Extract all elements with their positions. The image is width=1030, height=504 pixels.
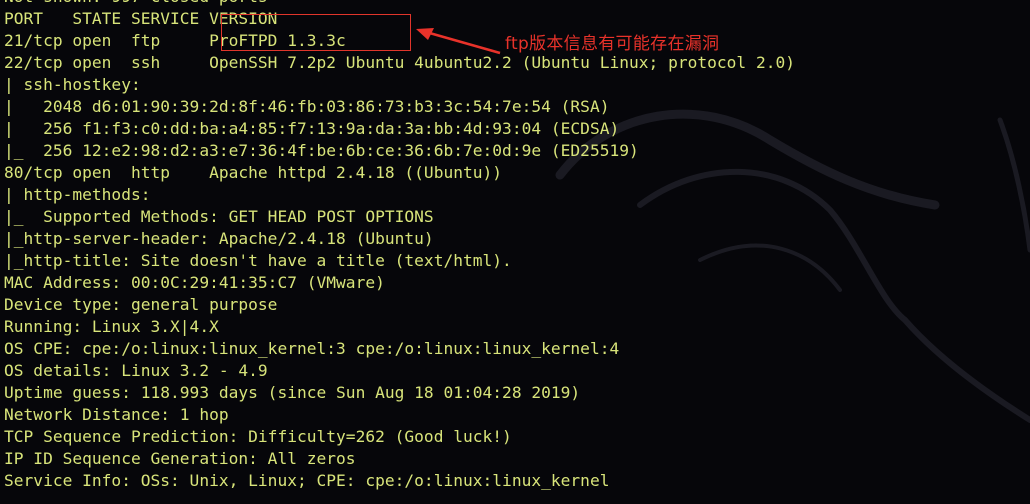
terminal-line: |_http-title: Site doesn't have a title … bbox=[4, 251, 512, 270]
terminal-line: | http-methods: bbox=[4, 185, 151, 204]
terminal-line: | 256 f1:f3:c0:dd:ba:a4:85:f7:13:9a:da:3… bbox=[4, 119, 620, 138]
terminal-line: 80/tcp open http Apache httpd 2.4.18 ((U… bbox=[4, 163, 503, 182]
terminal-line: | ssh-hostkey: bbox=[4, 75, 141, 94]
terminal-line: MAC Address: 00:0C:29:41:35:C7 (VMware) bbox=[4, 273, 385, 292]
terminal-line: IP ID Sequence Generation: All zeros bbox=[4, 449, 356, 468]
terminal-line: Device type: general purpose bbox=[4, 295, 278, 314]
terminal-line: |_ Supported Methods: GET HEAD POST OPTI… bbox=[4, 207, 434, 226]
terminal-line: Uptime guess: 118.993 days (since Sun Au… bbox=[4, 383, 581, 402]
terminal-window[interactable]: Not shown: 997 closed portsPORT STATE SE… bbox=[0, 0, 1030, 504]
terminal-line: Service Info: OSs: Unix, Linux; CPE: cpe… bbox=[4, 471, 610, 490]
terminal-line: 22/tcp open ssh OpenSSH 7.2p2 Ubuntu 4ub… bbox=[4, 53, 796, 72]
terminal-line: | 2048 d6:01:90:39:2d:8f:46:fb:03:86:73:… bbox=[4, 97, 610, 116]
terminal-line: Running: Linux 3.X|4.X bbox=[4, 317, 219, 336]
terminal-line: Network Distance: 1 hop bbox=[4, 405, 229, 424]
version-highlight-box bbox=[221, 14, 411, 51]
terminal-line: Not shown: 997 closed ports bbox=[4, 0, 795, 8]
terminal-line: TCP Sequence Prediction: Difficulty=262 … bbox=[4, 427, 512, 446]
terminal-line: |_http-server-header: Apache/2.4.18 (Ubu… bbox=[4, 229, 434, 248]
terminal-line: OS CPE: cpe:/o:linux:linux_kernel:3 cpe:… bbox=[4, 339, 620, 358]
terminal-line: OS details: Linux 3.2 - 4.9 bbox=[4, 361, 268, 380]
terminal-output: Not shown: 997 closed portsPORT STATE SE… bbox=[4, 0, 795, 492]
terminal-line: |_ 256 12:e2:98:d2:a3:e7:36:4f:be:6b:ce:… bbox=[4, 141, 639, 160]
arrow-left-icon bbox=[416, 28, 501, 55]
annotation-label: ftp版本信息有可能存在漏洞 bbox=[505, 34, 720, 54]
